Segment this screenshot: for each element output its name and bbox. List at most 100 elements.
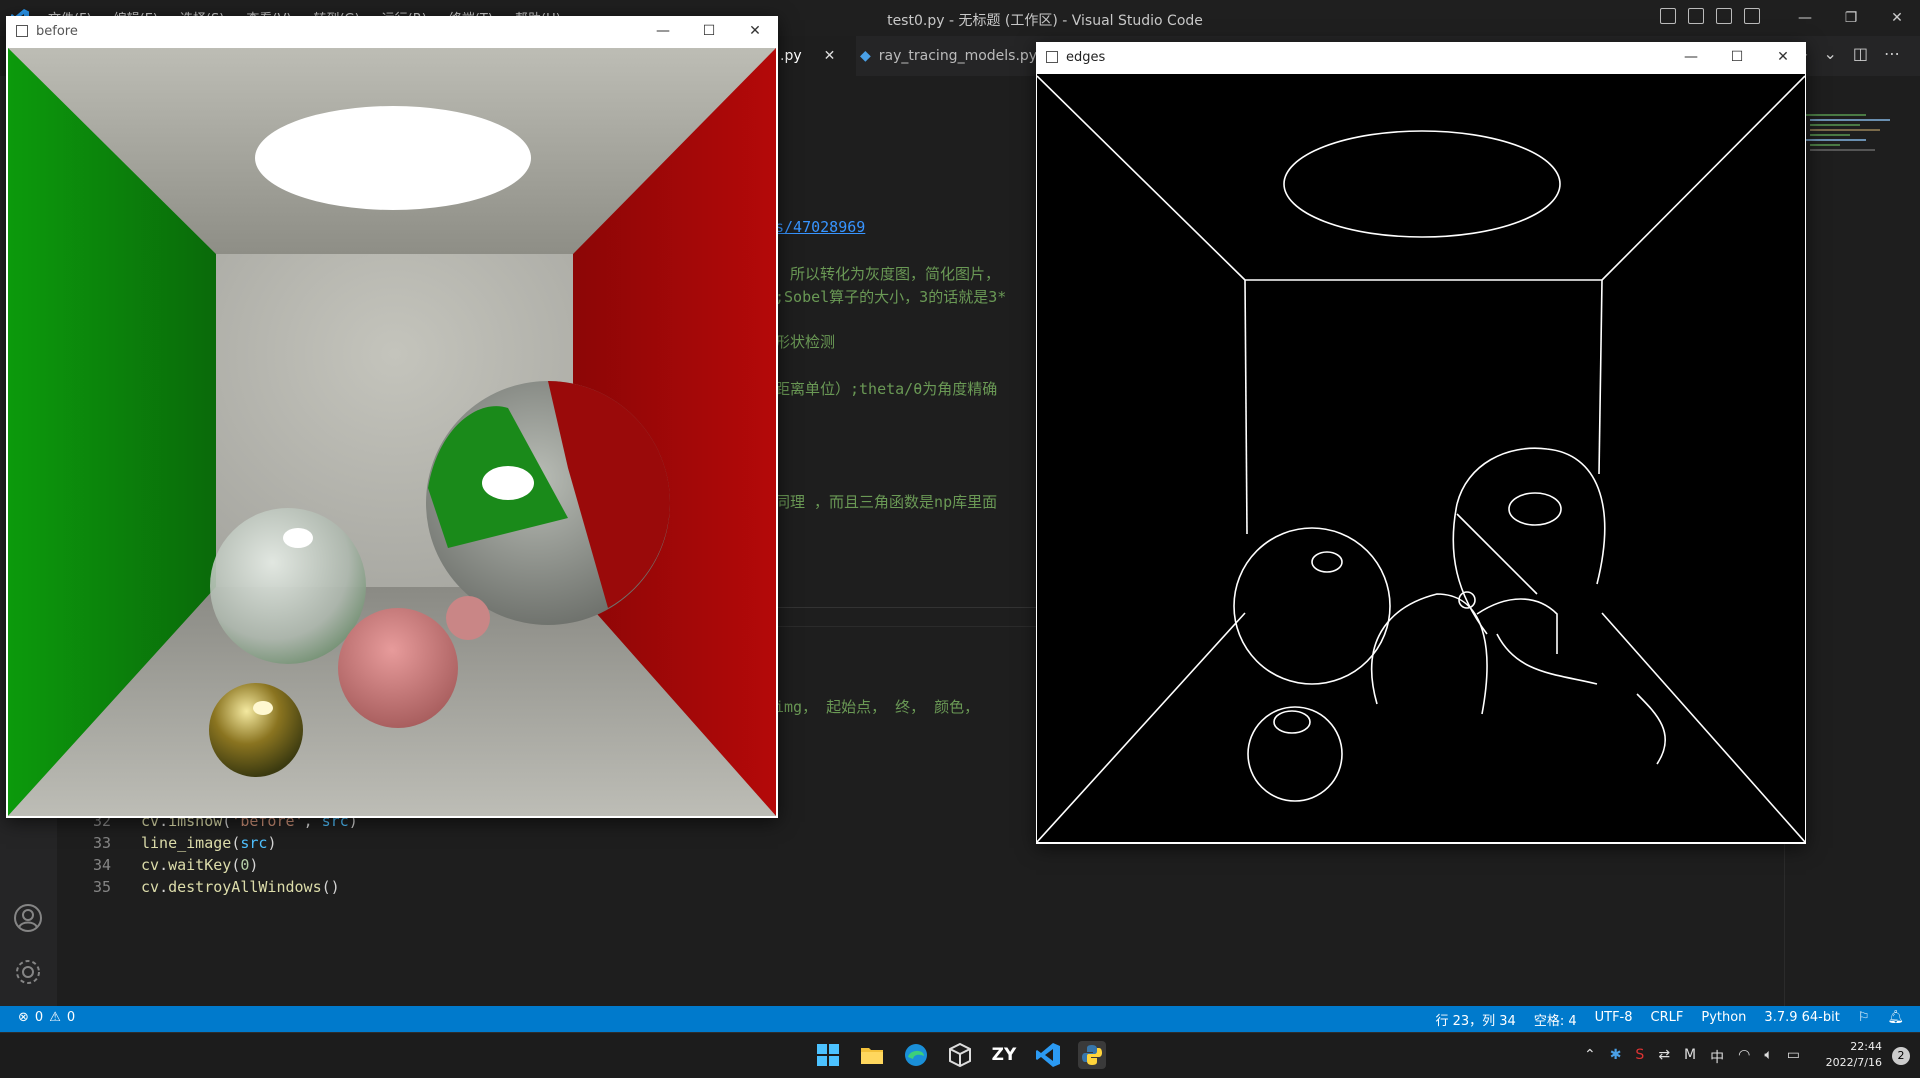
minimap[interactable] [1806, 110, 1906, 180]
account-icon[interactable] [12, 902, 44, 934]
code-token: . [159, 878, 169, 896]
edge-detection-output [1037, 74, 1805, 842]
before-window[interactable]: before — ☐ ✕ [6, 16, 778, 818]
encoding[interactable]: UTF-8 [1595, 1010, 1633, 1029]
before-window-controls: — ☐ ✕ [640, 16, 778, 46]
volume-icon[interactable]: 🔈︎ [1764, 1047, 1772, 1067]
code-token: ) [267, 834, 277, 852]
before-window-title: before [36, 23, 78, 39]
customize-layout-icon[interactable] [1744, 8, 1760, 24]
tab-test0[interactable]: .py ✕ [776, 36, 856, 76]
code-token: ( [231, 834, 241, 852]
edges-window-controls: — ☐ ✕ [1668, 42, 1806, 72]
window-app-icon [16, 25, 28, 37]
code-comment-fragment: ;Sobel算子的大小，3的话就是3* [775, 288, 1007, 306]
code-comment-fragment: img， 起始点， 终， 颜色， [775, 698, 980, 716]
code-token: () [321, 878, 340, 896]
edges-window-title: edges [1066, 49, 1106, 65]
chevron-up-icon[interactable]: ⌃ [1584, 1047, 1596, 1067]
maximize-icon[interactable]: ☐ [1714, 42, 1760, 72]
start-icon[interactable] [814, 1041, 842, 1069]
code-line[interactable]: 34 cv. waitKey(0) [57, 856, 258, 878]
cursor-position[interactable]: 行 23，列 34 [1435, 1010, 1515, 1029]
toggle-panel-icon[interactable] [1688, 8, 1704, 24]
run-dropdown-icon[interactable]: ⌄ [1823, 44, 1836, 63]
status-bar: ⊗ 0 ⚠ 0 行 23，列 34 空格: 4 UTF-8 CRLF Pytho… [0, 1006, 1920, 1032]
tab-label: .py [780, 48, 802, 64]
code-comment-fragment: 距离单位）;theta/θ为角度精确 [775, 380, 998, 398]
toggle-primary-sidebar-icon[interactable] [1660, 8, 1676, 24]
layout-controls [1660, 8, 1760, 24]
error-count: 0 [34, 1010, 44, 1025]
python-interpreter[interactable]: 3.7.9 64-bit [1764, 1010, 1839, 1029]
bluetooth-icon[interactable]: ✱ [1610, 1047, 1622, 1067]
toggle-secondary-sidebar-icon[interactable] [1716, 8, 1732, 24]
edges-window[interactable]: edges — ☐ ✕ [1036, 42, 1806, 844]
line-number: 34 [92, 856, 111, 874]
edges-window-titlebar[interactable]: edges — ☐ ✕ [1036, 42, 1806, 72]
maximize-icon[interactable]: ☐ [686, 16, 732, 46]
clock-date: 2022/7/16 [1825, 1056, 1882, 1069]
warning-count: 0 [66, 1010, 76, 1025]
code-line[interactable]: 33 line_image(src) [57, 834, 277, 856]
windows-taskbar: ZY ⌃ ✱ S ⇄ M 中 ◠ 🔈︎ ▭ 22:44 2022/7/16 2 [0, 1032, 1920, 1078]
app-tray-icon[interactable]: M [1684, 1047, 1696, 1067]
file-explorer-icon[interactable] [858, 1041, 886, 1069]
transfer-icon[interactable]: ⇄ [1658, 1047, 1670, 1067]
minimize-icon[interactable]: — [640, 16, 686, 46]
editor-actions: ▷ ⌄ ◫ ⋯ [1795, 44, 1900, 63]
battery-icon[interactable]: ▭ [1787, 1047, 1800, 1067]
code-token: cv [141, 856, 160, 874]
clock[interactable]: 22:44 2022/7/16 [1826, 1039, 1882, 1071]
tab-label: ray_tracing_models.py [878, 48, 1038, 64]
code-token: cv [141, 878, 160, 896]
code-link-fragment[interactable]: s/47028969 [775, 218, 865, 236]
tab-ray-tracing-models[interactable]: ◆ ray_tracing_models.py [860, 36, 1037, 76]
system-tray: ⌃ ✱ S ⇄ M 中 ◠ 🔈︎ ▭ [1584, 1047, 1800, 1067]
close-icon[interactable]: ✕ [1874, 0, 1920, 36]
code-token: waitKey [168, 856, 232, 874]
warning-icon: ⚠ [49, 1010, 61, 1025]
indentation[interactable]: 空格: 4 [1534, 1010, 1577, 1029]
minimize-icon[interactable]: — [1668, 42, 1714, 72]
ime-indicator[interactable]: 中 [1710, 1047, 1724, 1067]
zy-app-icon[interactable]: ZY [990, 1041, 1018, 1069]
python-taskbar-icon[interactable] [1078, 1041, 1106, 1069]
cornell-box-render [8, 48, 776, 816]
clock-time: 22:44 [1850, 1040, 1882, 1053]
before-window-titlebar[interactable]: before — ☐ ✕ [6, 16, 778, 46]
error-icon: ⊗ [18, 1010, 29, 1025]
language-mode[interactable]: Python [1701, 1010, 1746, 1029]
split-editor-icon[interactable]: ◫ [1853, 44, 1868, 63]
vscode-taskbar-icon[interactable] [1034, 1041, 1062, 1069]
code-comment-fragment: 同理 ，而且三角函数是np库里面 [775, 493, 998, 511]
security-icon[interactable]: S [1635, 1047, 1644, 1067]
notification-badge[interactable]: 2 [1892, 1047, 1910, 1065]
code-token: . [159, 856, 169, 874]
cube-app-icon[interactable] [946, 1041, 974, 1069]
line-ending[interactable]: CRLF [1651, 1010, 1684, 1029]
restore-icon[interactable]: ❐ [1828, 0, 1874, 36]
code-comment-fragment: 所以转化为灰度图，简化图片， [790, 265, 1001, 283]
code-comment-fragment: 形状检测 [775, 333, 836, 351]
gear-icon[interactable] [12, 956, 44, 988]
window-app-icon [1046, 51, 1058, 63]
line-number: 35 [92, 878, 111, 896]
problems-indicator[interactable]: ⊗ 0 ⚠ 0 [18, 1010, 75, 1025]
code-token: destroyAllWindows [168, 878, 322, 896]
more-actions-icon[interactable]: ⋯ [1884, 44, 1900, 63]
bell-icon[interactable]: 🔔︎ [1887, 1010, 1904, 1029]
feedback-icon[interactable]: ⚐ [1858, 1010, 1870, 1029]
code-token: ( [231, 856, 241, 874]
code-token: ) [249, 856, 259, 874]
minimize-icon[interactable]: — [1782, 0, 1828, 36]
code-line[interactable]: 35 cv. destroyAllWindows() [57, 878, 340, 900]
edge-browser-icon[interactable] [902, 1041, 930, 1069]
close-icon[interactable]: ✕ [732, 16, 778, 46]
wifi-icon[interactable]: ◠ [1738, 1047, 1750, 1067]
close-icon[interactable]: ✕ [1760, 42, 1806, 72]
line-number: 33 [92, 834, 111, 852]
code-token: 0 [240, 856, 250, 874]
code-token: src [240, 834, 268, 852]
tab-close-icon[interactable]: ✕ [824, 48, 836, 64]
